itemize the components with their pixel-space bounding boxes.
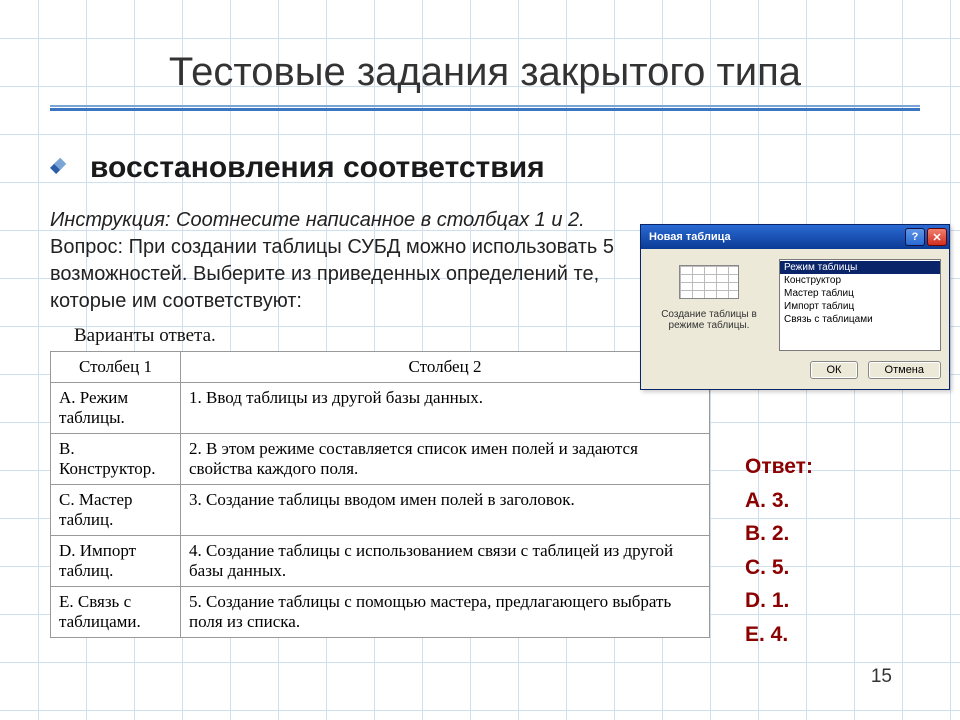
answer-variants-table: Столбец 1 Столбец 2 A. Режим таблицы.1. …: [50, 351, 710, 638]
instruction-text: Инструкция: Соотнесите написанное в стол…: [50, 207, 630, 315]
answer-item: A. 3.: [745, 484, 813, 518]
diamond-bullet-icon: [50, 160, 66, 176]
help-button[interactable]: ?: [905, 228, 925, 246]
bullet-row: восстановления соответствия: [50, 151, 920, 185]
dialog-title: Новая таблица: [649, 231, 731, 243]
answers-block: Ответ: A. 3. B. 2. C. 5. D. 1. E. 4.: [745, 450, 813, 652]
table-preview-icon: [679, 265, 739, 299]
close-button[interactable]: ✕: [927, 228, 947, 246]
cancel-button[interactable]: Отмена: [868, 361, 941, 379]
answer-item: E. 4.: [745, 618, 813, 652]
new-table-dialog: Новая таблица ? ✕ Создание таблицы в реж…: [640, 224, 950, 390]
list-item[interactable]: Связь с таблицами: [780, 313, 940, 326]
list-item[interactable]: Режим таблицы: [780, 261, 940, 274]
slide-number: 15: [871, 666, 892, 688]
ok-button[interactable]: ОК: [810, 361, 859, 379]
dialog-option-list[interactable]: Режим таблицы Конструктор Мастер таблиц …: [779, 259, 941, 351]
answers-label: Ответ:: [745, 450, 813, 484]
table-row: E. Связь с таблицами.5. Создание таблицы…: [51, 587, 710, 638]
dialog-preview-pane: Создание таблицы в режиме таблицы.: [649, 259, 769, 351]
list-item[interactable]: Конструктор: [780, 274, 940, 287]
table-row: C. Мастер таблиц.3. Создание таблицы вво…: [51, 485, 710, 536]
list-item[interactable]: Импорт таблиц: [780, 300, 940, 313]
slide-title: Тестовые задания закрытого типа: [50, 50, 920, 95]
table-row: B. Конструктор.2. В этом режиме составля…: [51, 434, 710, 485]
answer-item: B. 2.: [745, 517, 813, 551]
col-header-1: Столбец 1: [51, 352, 181, 383]
table-row: D. Импорт таблиц.4. Создание таблицы с и…: [51, 536, 710, 587]
dialog-titlebar: Новая таблица ? ✕: [641, 225, 949, 249]
col-header-2: Столбец 2: [181, 352, 710, 383]
list-item[interactable]: Мастер таблиц: [780, 287, 940, 300]
bullet-text: восстановления соответствия: [90, 151, 545, 185]
preview-label: Создание таблицы в режиме таблицы.: [649, 309, 769, 331]
table-row: A. Режим таблицы.1. Ввод таблицы из друг…: [51, 383, 710, 434]
question-text: Вопрос: При создании таблицы СУБД можно …: [50, 236, 614, 312]
title-divider: [50, 105, 920, 111]
answer-item: D. 1.: [745, 584, 813, 618]
answer-item: C. 5.: [745, 551, 813, 585]
instruction-line: Инструкция: Соотнесите написанное в стол…: [50, 209, 585, 231]
